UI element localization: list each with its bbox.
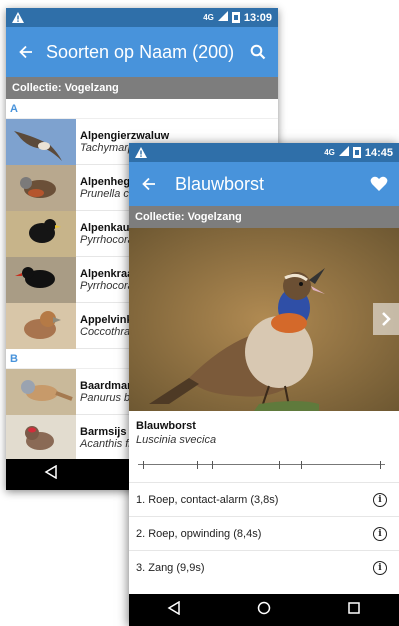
bird-thumbnail xyxy=(6,118,76,165)
app-bar: Blauwborst xyxy=(129,162,399,206)
page-title: Soorten op Naam (200) xyxy=(46,41,235,62)
timeline-marker[interactable] xyxy=(301,461,303,469)
nav-back-icon[interactable] xyxy=(167,600,181,620)
battery-icon xyxy=(352,147,361,158)
sound-item[interactable]: 1. Roep, contact-alarm (3,8s) i xyxy=(129,482,399,516)
sound-label: 2. Roep, opwinding (8,4s) xyxy=(136,527,262,540)
search-icon[interactable] xyxy=(238,44,278,60)
back-arrow-icon[interactable] xyxy=(6,45,46,59)
status-bar: 4G 13:09 xyxy=(6,8,278,27)
warning-icon xyxy=(135,147,149,159)
status-bar: 4G 14:45 xyxy=(129,143,399,162)
signal-icon xyxy=(217,11,228,24)
info-icon[interactable]: i xyxy=(373,492,387,507)
bird-thumbnail xyxy=(6,256,76,303)
page-title: Blauwborst xyxy=(175,173,265,194)
status-time: 13:09 xyxy=(243,11,272,24)
bird-thumbnail xyxy=(6,210,76,257)
sound-item[interactable]: 2. Roep, opwinding (8,4s) i xyxy=(129,516,399,550)
sound-item[interactable]: 3. Zang (9,9s) i xyxy=(129,550,399,584)
bird-thumbnail xyxy=(6,368,76,415)
next-photo-button[interactable] xyxy=(373,303,399,335)
navigation-bar xyxy=(129,594,399,626)
app-bar: Soorten op Naam (200) xyxy=(6,27,278,77)
bird-thumbnail xyxy=(6,414,76,461)
sound-label: 3. Zang (9,9s) xyxy=(136,561,205,574)
signal-icon xyxy=(338,146,349,159)
timeline-marker[interactable] xyxy=(197,461,199,469)
collection-bar: Collectie: Vogelzang xyxy=(129,206,399,228)
sound-timeline[interactable] xyxy=(138,461,385,469)
timeline-marker[interactable] xyxy=(278,461,280,469)
timeline-marker[interactable] xyxy=(380,461,382,469)
species-info: Blauwborst Luscinia svecica xyxy=(136,420,216,446)
network-type: 4G xyxy=(203,13,214,22)
info-icon[interactable]: i xyxy=(373,526,387,541)
timeline-marker[interactable] xyxy=(212,461,214,469)
back-arrow-icon[interactable] xyxy=(129,177,169,191)
timeline-marker[interactable] xyxy=(142,461,144,469)
nav-recents-icon[interactable] xyxy=(347,601,361,620)
battery-icon xyxy=(231,12,240,23)
species-name: Alpengierzwaluw xyxy=(80,129,170,142)
network-type: 4G xyxy=(324,148,335,157)
scientific-name: Luscinia svecica xyxy=(136,434,217,446)
species-name: Blauwborst xyxy=(136,420,196,432)
bird-thumbnail xyxy=(6,164,76,211)
warning-icon xyxy=(12,12,26,24)
status-time: 14:45 xyxy=(364,146,393,159)
species-detail-screen: 4G 14:45 Blauwborst Collectie: Vogelzang xyxy=(129,143,399,626)
section-header-a: A xyxy=(6,99,278,119)
heart-icon[interactable] xyxy=(359,176,399,192)
species-photo xyxy=(129,228,399,411)
nav-back-icon[interactable] xyxy=(44,464,58,484)
collection-bar: Collectie: Vogelzang xyxy=(6,77,278,99)
info-icon[interactable]: i xyxy=(373,560,387,575)
timeline-line xyxy=(138,464,385,465)
nav-home-icon[interactable] xyxy=(257,601,271,620)
sound-label: 1. Roep, contact-alarm (3,8s) xyxy=(136,493,279,506)
bird-thumbnail xyxy=(6,302,76,349)
